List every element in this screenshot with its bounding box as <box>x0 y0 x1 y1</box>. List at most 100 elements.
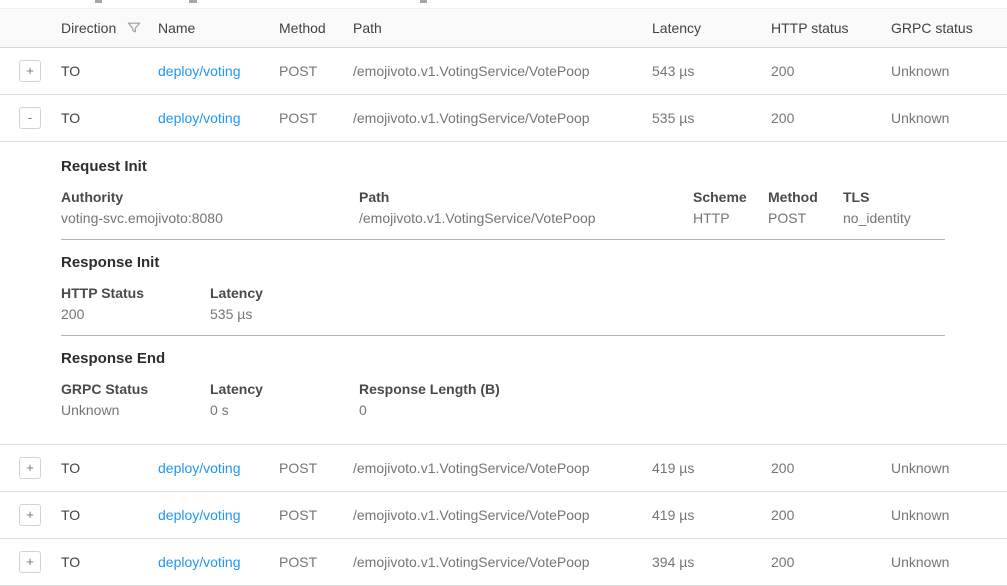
expander-cell: - <box>0 107 61 129</box>
resource-link[interactable]: deploy/voting <box>158 63 241 79</box>
expanded-detail-panel: Request Init Authority voting-svc.emojiv… <box>0 142 1007 445</box>
path-cell: /emojivoto.v1.VotingService/VotePoop <box>353 110 652 126</box>
expander-cell: + <box>0 457 61 479</box>
field-value: Unknown <box>61 402 210 419</box>
resource-link[interactable]: deploy/voting <box>158 507 241 523</box>
expander-cell: + <box>0 551 61 573</box>
clipped-text-artifact <box>420 0 427 3</box>
filter-icon[interactable] <box>127 21 141 35</box>
http-status-cell: 200 <box>771 110 891 126</box>
response-length-field: Response Length (B) 0 <box>359 381 945 419</box>
expand-row-button[interactable]: + <box>19 457 41 479</box>
latency-cell: 419 µs <box>652 460 771 476</box>
field-value: POST <box>768 210 843 227</box>
tls-field: TLS no_identity <box>843 189 945 227</box>
latency-cell: 535 µs <box>652 110 771 126</box>
table-row-expanded: - TO deploy/voting POST /emojivoto.v1.Vo… <box>0 95 1007 142</box>
resource-link[interactable]: deploy/voting <box>158 460 241 476</box>
collapse-row-button[interactable]: - <box>19 107 41 129</box>
table-row: + TO deploy/voting POST /emojivoto.v1.Vo… <box>0 539 1007 586</box>
table-row: + TO deploy/voting POST /emojivoto.v1.Vo… <box>0 48 1007 95</box>
name-cell: deploy/voting <box>158 507 279 523</box>
column-header-method: Method <box>279 20 353 36</box>
name-cell: deploy/voting <box>158 554 279 570</box>
grpc-status-cell: Unknown <box>891 554 1007 570</box>
scheme-field: Scheme HTTP <box>693 189 768 227</box>
direction-cell: TO <box>61 63 158 79</box>
table-row: + TO deploy/voting POST /emojivoto.v1.Vo… <box>0 445 1007 492</box>
tap-results-table: Direction Name Method Path Latency HTTP … <box>0 8 1007 586</box>
latency-field: Latency 0 s <box>210 381 359 419</box>
latency-cell: 419 µs <box>652 507 771 523</box>
expander-cell: + <box>0 504 61 526</box>
http-status-cell: 200 <box>771 63 891 79</box>
grpc-status-field: GRPC Status Unknown <box>61 381 210 419</box>
grpc-status-cell: Unknown <box>891 507 1007 523</box>
column-header-direction: Direction <box>61 20 158 36</box>
section-divider <box>61 239 945 240</box>
response-end-title: Response End <box>61 350 945 368</box>
method-cell: POST <box>279 110 353 126</box>
field-value: 535 µs <box>210 306 945 323</box>
direction-cell: TO <box>61 554 158 570</box>
response-init-title: Response Init <box>61 254 945 272</box>
method-cell: POST <box>279 63 353 79</box>
field-value: /emojivoto.v1.VotingService/VotePoop <box>359 210 693 227</box>
name-cell: deploy/voting <box>158 460 279 476</box>
column-header-path: Path <box>353 20 652 36</box>
request-init-fields: Authority voting-svc.emojivoto:8080 Path… <box>61 189 945 227</box>
direction-header-label: Direction <box>61 20 116 36</box>
expand-row-button[interactable]: + <box>19 60 41 82</box>
direction-cell: TO <box>61 460 158 476</box>
field-label: TLS <box>843 189 945 206</box>
method-cell: POST <box>279 554 353 570</box>
field-value: 200 <box>61 306 210 323</box>
field-label: HTTP Status <box>61 285 210 302</box>
http-status-cell: 200 <box>771 460 891 476</box>
latency-cell: 543 µs <box>652 63 771 79</box>
field-label: Latency <box>210 285 945 302</box>
expander-cell: + <box>0 60 61 82</box>
grpc-status-cell: Unknown <box>891 460 1007 476</box>
field-value: 0 s <box>210 402 359 419</box>
section-divider <box>61 335 945 336</box>
path-cell: /emojivoto.v1.VotingService/VotePoop <box>353 507 652 523</box>
field-label: Response Length (B) <box>359 381 945 398</box>
direction-cell: TO <box>61 507 158 523</box>
column-header-http-status: HTTP status <box>771 20 891 36</box>
table-header-row: Direction Name Method Path Latency HTTP … <box>0 8 1007 48</box>
path-cell: /emojivoto.v1.VotingService/VotePoop <box>353 460 652 476</box>
direction-cell: TO <box>61 110 158 126</box>
method-field: Method POST <box>768 189 843 227</box>
column-header-name: Name <box>158 20 279 36</box>
resource-link[interactable]: deploy/voting <box>158 554 241 570</box>
latency-cell: 394 µs <box>652 554 771 570</box>
expand-row-button[interactable]: + <box>19 551 41 573</box>
path-cell: /emojivoto.v1.VotingService/VotePoop <box>353 63 652 79</box>
field-label: Path <box>359 189 693 206</box>
expand-row-button[interactable]: + <box>19 504 41 526</box>
name-cell: deploy/voting <box>158 110 279 126</box>
name-cell: deploy/voting <box>158 63 279 79</box>
field-label: Latency <box>210 381 359 398</box>
table-row: + TO deploy/voting POST /emojivoto.v1.Vo… <box>0 492 1007 539</box>
response-end-fields: GRPC Status Unknown Latency 0 s Response… <box>61 381 945 419</box>
field-label: Scheme <box>693 189 768 206</box>
clipped-text-artifact <box>189 0 197 3</box>
http-status-cell: 200 <box>771 554 891 570</box>
clipped-text-artifact <box>95 0 102 3</box>
path-field: Path /emojivoto.v1.VotingService/VotePoo… <box>359 189 693 227</box>
column-header-grpc-status: GRPC status <box>891 20 1007 36</box>
resource-link[interactable]: deploy/voting <box>158 110 241 126</box>
field-label: Authority <box>61 189 359 206</box>
response-init-fields: HTTP Status 200 Latency 535 µs <box>61 285 945 323</box>
field-value: voting-svc.emojivoto:8080 <box>61 210 359 227</box>
path-cell: /emojivoto.v1.VotingService/VotePoop <box>353 554 652 570</box>
field-label: Method <box>768 189 843 206</box>
grpc-status-cell: Unknown <box>891 110 1007 126</box>
http-status-field: HTTP Status 200 <box>61 285 210 323</box>
method-cell: POST <box>279 507 353 523</box>
request-init-title: Request Init <box>61 158 945 176</box>
authority-field: Authority voting-svc.emojivoto:8080 <box>61 189 359 227</box>
field-label: GRPC Status <box>61 381 210 398</box>
